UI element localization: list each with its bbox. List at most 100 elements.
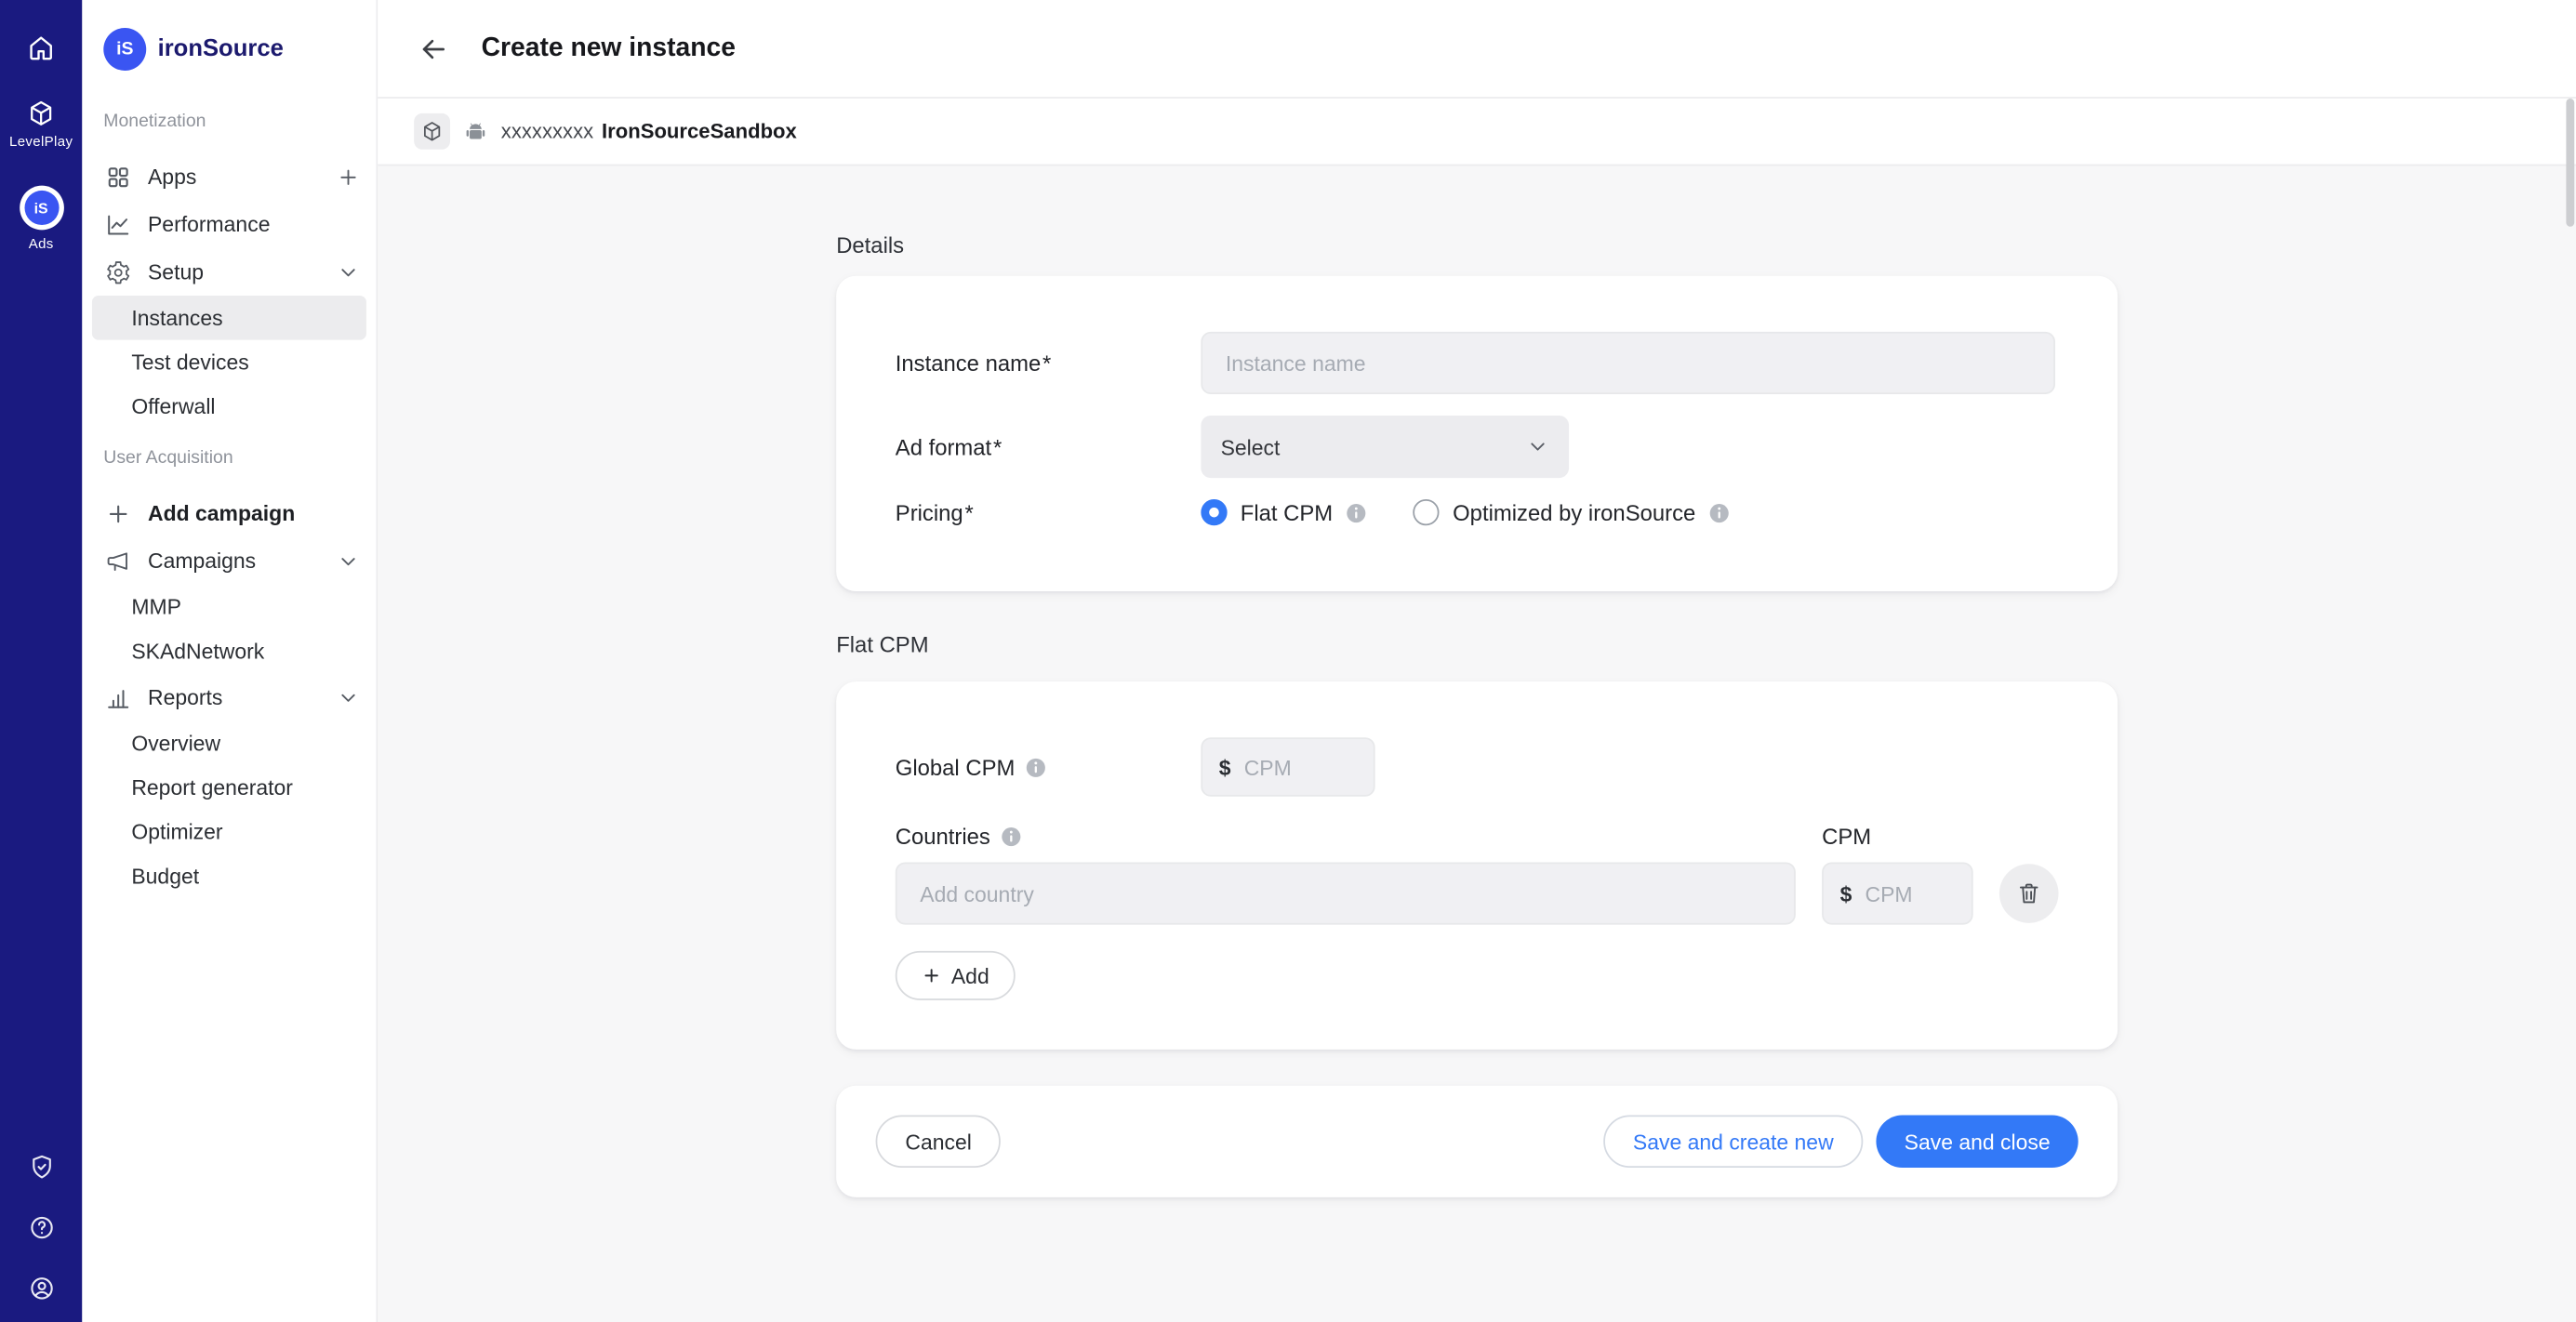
countries-label-text: Countries	[896, 824, 990, 848]
sidebar-item-optimizer-label: Optimizer	[131, 820, 222, 844]
global-cpm-input[interactable]	[1244, 755, 1357, 779]
app-context-bar: xxxxxxxxx IronSourceSandbox	[378, 99, 2576, 165]
sidebar-item-skadnetwork[interactable]: SKAdNetwork	[92, 629, 366, 674]
back-arrow-icon	[418, 32, 450, 64]
chevron-down-icon	[1526, 435, 1549, 458]
sidebar-item-performance-label: Performance	[148, 212, 270, 236]
app-cube-icon	[414, 113, 450, 150]
cpm-column-label: CPM	[1822, 824, 2058, 848]
cancel-button[interactable]: Cancel	[876, 1116, 1002, 1169]
sidebar-item-budget[interactable]: Budget	[92, 854, 366, 899]
ironsource-logo-icon: iS	[103, 28, 146, 71]
sidebar-item-mmp[interactable]: MMP	[92, 585, 366, 629]
pricing-row: Pricing* Flat CPM	[896, 499, 2059, 525]
pricing-option-flat-cpm[interactable]: Flat CPM	[1201, 499, 1367, 525]
home-button[interactable]	[26, 33, 56, 62]
add-country-row-button[interactable]: Add	[896, 951, 1016, 1000]
sidebar-item-test-devices-label: Test devices	[131, 350, 248, 374]
home-icon	[26, 33, 56, 62]
brand-name: ironSource	[158, 36, 284, 62]
sidebar-item-optimizer[interactable]: Optimizer	[92, 810, 366, 854]
levelplay-label: LevelPlay	[9, 133, 73, 150]
radio-selected-icon	[1201, 499, 1227, 525]
add-app-plus-icon[interactable]	[337, 165, 360, 189]
radio-unselected-icon	[1414, 499, 1440, 525]
account-button[interactable]	[27, 1275, 55, 1302]
instance-name-input[interactable]	[1201, 332, 2055, 394]
sidebar-item-offerwall-label: Offerwall	[131, 394, 215, 418]
app-selector[interactable]: xxxxxxxxx IronSourceSandbox	[414, 113, 797, 150]
pricing-radio-group: Flat CPM Optimized by ironSource	[1201, 499, 1730, 525]
currency-symbol: $	[1219, 755, 1231, 779]
ad-format-select[interactable]: Select	[1201, 416, 1569, 478]
add-button-label: Add	[951, 963, 989, 987]
levelplay-button[interactable]: LevelPlay	[9, 99, 73, 150]
android-icon	[463, 119, 487, 143]
sidebar-item-skadnetwork-label: SKAdNetwork	[131, 639, 264, 663]
levelplay-icon	[26, 99, 56, 128]
ad-format-label: Ad format*	[896, 434, 1202, 458]
required-asterisk: *	[964, 500, 973, 524]
flat-cpm-card: Global CPM $ Countries	[836, 681, 2118, 1050]
apps-grid-icon	[105, 164, 131, 190]
pricing-label-text: Pricing	[896, 500, 963, 524]
form-column: Details Instance name* Ad format* Se	[836, 231, 2118, 1197]
info-icon[interactable]	[1346, 502, 1367, 523]
country-cpm-input[interactable]	[1865, 881, 1955, 906]
ads-label: Ads	[29, 235, 54, 252]
page-title: Create new instance	[482, 33, 736, 63]
add-country-input[interactable]	[896, 862, 1796, 924]
country-cpm-input-group: $	[1822, 862, 1973, 924]
sidebar-item-apps-label: Apps	[148, 165, 196, 189]
country-cpm-row: $	[896, 862, 2059, 924]
save-and-create-new-button[interactable]: Save and create new	[1603, 1116, 1863, 1169]
instance-name-label-text: Instance name	[896, 350, 1041, 375]
rail-bottom	[27, 1153, 55, 1302]
bar-chart-icon	[105, 684, 131, 710]
ads-button[interactable]: iS Ads	[19, 186, 63, 252]
delete-country-row-button[interactable]	[1999, 864, 2059, 923]
scrollbar[interactable]	[2565, 0, 2575, 1322]
app-window: LevelPlay iS Ads iS ironSource Monetizat…	[0, 0, 2576, 1322]
sidebar-item-reports[interactable]: Reports	[82, 673, 376, 720]
sidebar-item-setup-label: Setup	[148, 259, 204, 284]
page-header: Create new instance	[378, 0, 2576, 99]
sidebar-item-add-campaign-label: Add campaign	[148, 501, 295, 525]
global-cpm-label: Global CPM	[896, 755, 1202, 779]
app-id: xxxxxxxxx	[501, 120, 593, 143]
sidebar-item-offerwall[interactable]: Offerwall	[92, 384, 366, 429]
actions-card: Cancel Save and create new Save and clos…	[836, 1086, 2118, 1197]
sidebar-item-apps[interactable]: Apps	[82, 152, 376, 200]
pricing-option-optimized[interactable]: Optimized by ironSource	[1414, 499, 1731, 525]
sidebar-item-setup[interactable]: Setup	[82, 248, 376, 296]
info-icon[interactable]	[1000, 826, 1021, 847]
global-cpm-label-text: Global CPM	[896, 755, 1016, 779]
pricing-option-optimized-label: Optimized by ironSource	[1453, 500, 1695, 524]
ad-format-row: Ad format* Select	[896, 416, 2059, 478]
performance-chart-icon	[105, 211, 131, 237]
sidebar-item-mmp-label: MMP	[131, 595, 181, 619]
sidebar-item-report-generator[interactable]: Report generator	[92, 765, 366, 810]
back-button[interactable]	[418, 32, 450, 64]
info-icon[interactable]	[1025, 757, 1046, 778]
instance-name-label: Instance name*	[896, 350, 1202, 375]
help-button[interactable]	[27, 1214, 55, 1242]
sidebar-item-budget-label: Budget	[131, 864, 199, 888]
sidebar-item-add-campaign[interactable]: Add campaign	[82, 489, 376, 536]
content: Details Instance name* Ad format* Se	[378, 165, 2576, 1322]
sidebar-item-instances[interactable]: Instances	[92, 296, 366, 340]
sidebar-item-overview[interactable]: Overview	[92, 721, 366, 766]
main: Create new instance xxxxxxxxx IronSource…	[378, 0, 2576, 1322]
chevron-down-icon	[337, 260, 360, 284]
sidebar-item-campaigns[interactable]: Campaigns	[82, 537, 376, 585]
chevron-down-icon	[337, 549, 360, 573]
scrollbar-thumb[interactable]	[2566, 99, 2574, 227]
privacy-shield-button[interactable]	[27, 1153, 55, 1181]
info-icon[interactable]	[1708, 502, 1730, 523]
gear-icon	[105, 258, 131, 284]
sidebar-item-overview-label: Overview	[131, 731, 220, 755]
sidebar-item-performance[interactable]: Performance	[82, 201, 376, 248]
app-name: IronSourceSandbox	[602, 120, 797, 143]
save-and-close-button[interactable]: Save and close	[1877, 1116, 2078, 1169]
sidebar-item-test-devices[interactable]: Test devices	[92, 340, 366, 385]
